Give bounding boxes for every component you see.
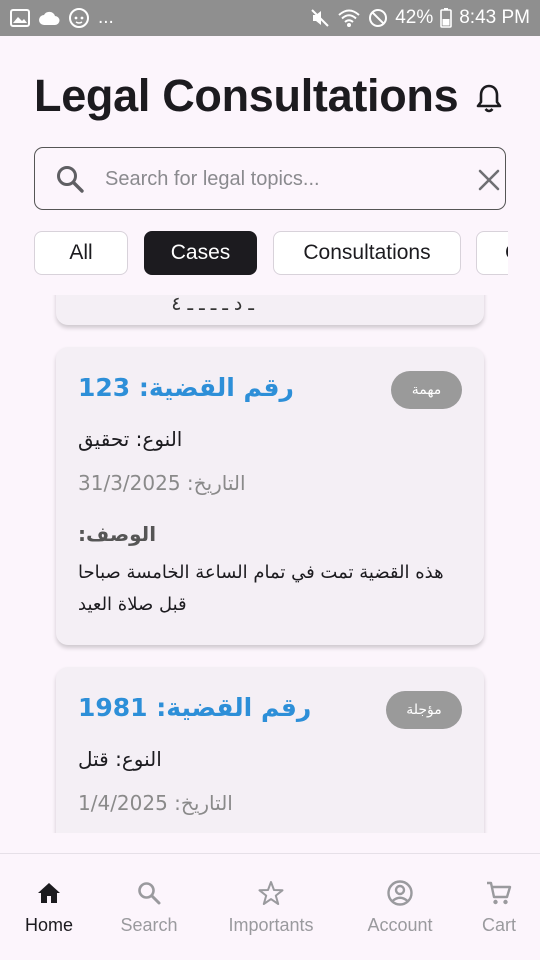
case-date: التاريخ: 1/4/2025 [78, 791, 233, 815]
status-bar: ... 42% 8:43 PM [0, 0, 540, 36]
nav-cart[interactable]: Cart [476, 854, 522, 960]
battery-percent: 42% [395, 7, 434, 28]
partial-card-text: ـ د ـ ـ ـ ـ ٤ [171, 295, 254, 315]
clear-search-button[interactable] [475, 166, 503, 194]
case-description-label: الوصف: [78, 522, 157, 546]
nav-label: Importants [228, 915, 314, 935]
search-input[interactable] [105, 162, 425, 196]
case-description: هذه القضية تمت في تمام الساعة الخامسة صب… [78, 562, 444, 615]
case-type: النوع: تحقيق [78, 427, 183, 451]
status-badge: مؤجلة [386, 691, 462, 729]
account-icon [386, 878, 414, 908]
filter-chip-cases[interactable]: Cases [144, 231, 257, 275]
search-field[interactable] [34, 147, 506, 210]
status-time: 8:43 PM [459, 7, 530, 28]
cloud-icon [38, 10, 60, 26]
image-icon [10, 9, 30, 27]
bell-icon [476, 84, 502, 113]
baby-face-icon [68, 7, 90, 29]
nav-search[interactable]: Search [116, 854, 182, 960]
case-card[interactable]: رقم القضية: 123 مهمة النوع: تحقيق التاري… [56, 347, 484, 645]
status-left-icons: ... [10, 7, 114, 29]
status-badge: مهمة [391, 371, 462, 409]
search-icon [55, 164, 85, 198]
case-type: النوع: قتل [78, 747, 162, 771]
notifications-button[interactable] [474, 83, 504, 115]
page-title: Legal Consultations [34, 70, 459, 121]
nav-label: Cart [481, 915, 516, 935]
close-icon [478, 169, 500, 191]
nav-importants[interactable]: Importants [220, 854, 322, 960]
case-title: رقم القضية: 123 [78, 373, 294, 402]
case-date: التاريخ: 31/3/2025 [78, 471, 246, 495]
app-header: Legal Consultations [0, 36, 540, 146]
bottom-navigation: Home Search Importants Account Cart [0, 853, 540, 960]
status-overflow: ... [98, 7, 114, 28]
status-right-icons: 42% 8:43 PM [310, 7, 530, 29]
nav-label: Account [367, 915, 433, 935]
filter-chips: All Cases Consultations C [34, 231, 508, 277]
case-title: رقم القضية: 1981 [78, 693, 312, 722]
cart-icon [485, 878, 513, 908]
filter-chip-consultations[interactable]: Consultations [273, 231, 461, 275]
home-icon [36, 878, 62, 908]
nav-label: Search [120, 915, 178, 935]
search-icon [136, 878, 162, 908]
nav-home[interactable]: Home [18, 854, 80, 960]
case-card-partial[interactable]: ـ د ـ ـ ـ ـ ٤ [56, 295, 484, 325]
mute-icon [310, 8, 330, 28]
filter-chip-all[interactable]: All [34, 231, 128, 275]
battery-icon [440, 8, 453, 28]
wifi-icon [337, 8, 361, 28]
star-icon [257, 878, 285, 908]
do-not-disturb-icon [368, 8, 388, 28]
case-card[interactable]: رقم القضية: 1981 مؤجلة النوع: قتل التاري… [56, 667, 484, 833]
nav-label: Home [24, 915, 73, 935]
nav-account[interactable]: Account [362, 854, 438, 960]
case-list[interactable]: ـ د ـ ـ ـ ـ ٤ رقم القضية: 123 مهمة النوع… [0, 295, 540, 833]
filter-chip-more[interactable]: C [476, 231, 508, 275]
